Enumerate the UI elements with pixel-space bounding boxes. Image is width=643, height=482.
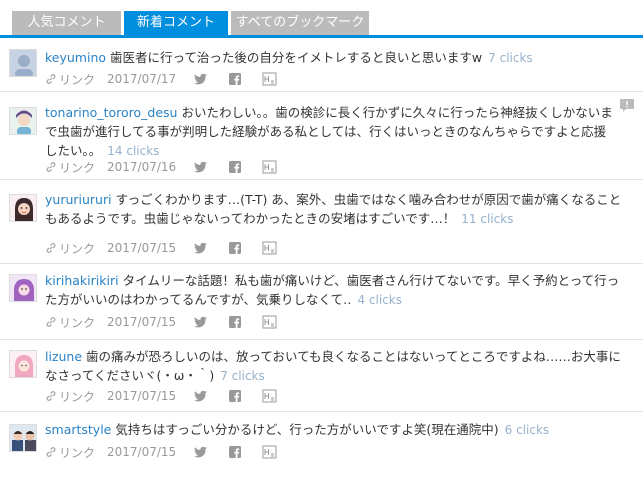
comment-meta: リンク 2017/07/15 <box>45 388 277 404</box>
click-count: 14 clicks <box>107 144 160 158</box>
comment-meta: リンク 2017/07/15 <box>45 444 277 460</box>
username-link[interactable]: smartstyle <box>45 422 111 437</box>
link-label: リンク <box>59 160 96 175</box>
comment-date: 2017/07/15 <box>107 315 177 329</box>
facebook-icon[interactable] <box>228 241 242 255</box>
link-icon <box>46 162 56 172</box>
twitter-icon[interactable] <box>194 389 208 403</box>
click-count: 6 clicks <box>504 423 550 437</box>
facebook-icon[interactable] <box>228 389 242 403</box>
click-count: 11 clicks <box>461 212 514 226</box>
twitter-icon[interactable] <box>194 160 208 174</box>
link-icon <box>46 447 56 457</box>
comment-date: 2017/07/15 <box>107 445 177 459</box>
link-icon <box>46 74 56 84</box>
comment-body: yururiururi すっごくわかります…(T-T) あ、案外、虫歯ではなく噛み… <box>45 190 631 229</box>
comment-item: kirihakirikiri タイムリーな話題！私も歯が痛いけど、歯医者さん行けて… <box>0 264 643 340</box>
comment-date: 2017/07/17 <box>107 72 177 86</box>
facebook-icon[interactable] <box>228 160 242 174</box>
comment-item: lizune 歯の痛みが恐ろしいのは、放っておいても良くなることはないってところで… <box>0 340 643 412</box>
facebook-icon[interactable] <box>228 72 242 86</box>
comment-text: すっごくわかります…(T-T) あ、案外、虫歯ではなく噛み合わせが原因で歯が痛く… <box>45 192 622 226</box>
comment-text: 歯医者に行って治った後の自分をイメトレすると良いと思いますw <box>110 50 483 65</box>
link-button[interactable]: リンク <box>45 240 95 257</box>
tab-popular-comments[interactable]: 人気コメント <box>12 11 121 35</box>
avatar[interactable] <box>9 350 37 378</box>
comment-meta: リンク 2017/07/15 <box>45 240 277 256</box>
comment-tabs: 人気コメント 新着コメント すべてのブックマーク <box>0 0 643 38</box>
click-count: 7 clicks <box>220 369 265 383</box>
avatar[interactable] <box>9 194 37 222</box>
comment-meta: リンク 2017/07/17 <box>45 71 277 87</box>
comment-body: keyumino 歯医者に行って治った後の自分をイメトレすると良いと思いますw 7 … <box>45 48 631 68</box>
comment-text: 歯の痛みが恐ろしいのは、放っておいても良くなることはないってところですよね……お… <box>45 349 621 383</box>
comment-body: smartstyle 気持ちはすっごい分かるけど、行った方がいいですよ笑(現在通院… <box>45 420 631 440</box>
comment-body: lizune 歯の痛みが恐ろしいのは、放っておいても良くなることはないってところで… <box>45 347 631 386</box>
tab-new-comments[interactable]: 新着コメント <box>124 11 228 35</box>
link-label: リンク <box>59 241 96 256</box>
comment-meta: リンク 2017/07/15 <box>45 314 277 330</box>
facebook-icon[interactable] <box>228 445 242 459</box>
comment-body: tonarino_tororo_desu おいたわしい。。歯の検診に長く行かずに久… <box>45 103 615 161</box>
link-button[interactable]: リンク <box>45 71 95 88</box>
comment-item: tonarino_tororo_desu おいたわしい。。歯の検診に長く行かずに久… <box>0 92 643 180</box>
comment-date: 2017/07/15 <box>107 389 177 403</box>
link-button[interactable]: リンク <box>45 159 95 176</box>
link-label: リンク <box>59 315 96 330</box>
link-button[interactable]: リンク <box>45 444 95 461</box>
comment-meta: リンク 2017/07/16 <box>45 159 277 175</box>
hatena-icon[interactable] <box>262 445 277 459</box>
comment-list: keyumino 歯医者に行って治った後の自分をイメトレすると良いと思いますw 7 … <box>0 38 643 482</box>
avatar[interactable] <box>9 107 37 135</box>
link-label: リンク <box>59 445 96 460</box>
link-label: リンク <box>59 389 96 404</box>
hatena-icon[interactable] <box>262 389 277 403</box>
comment-date: 2017/07/16 <box>107 160 177 174</box>
report-icon[interactable] <box>619 98 635 112</box>
comment-text: タイムリーな話題！私も歯が痛いけど、歯医者さん行けてないです。早く予約とって行っ… <box>45 273 620 307</box>
twitter-icon[interactable] <box>194 445 208 459</box>
username-link[interactable]: yururiururi <box>45 192 112 207</box>
facebook-icon[interactable] <box>228 315 242 329</box>
hatena-icon[interactable] <box>262 160 277 174</box>
avatar[interactable] <box>9 49 37 77</box>
username-link[interactable]: lizune <box>45 349 82 364</box>
link-icon <box>46 243 56 253</box>
twitter-icon[interactable] <box>194 72 208 86</box>
click-count: 4 clicks <box>357 293 402 307</box>
comment-item: smartstyle 気持ちはすっごい分かるけど、行った方がいいですよ笑(現在通院… <box>0 412 643 482</box>
link-label: リンク <box>59 72 96 87</box>
link-icon <box>46 317 56 327</box>
comment-item: keyumino 歯医者に行って治った後の自分をイメトレすると良いと思いますw 7 … <box>0 38 643 92</box>
hatena-icon[interactable] <box>262 241 277 255</box>
click-count: 7 clicks <box>488 51 533 65</box>
tab-all-bookmarks[interactable]: すべてのブックマーク <box>231 11 369 35</box>
link-icon <box>46 391 56 401</box>
link-button[interactable]: リンク <box>45 388 95 405</box>
username-link[interactable]: keyumino <box>45 50 106 65</box>
comment-date: 2017/07/15 <box>107 241 177 255</box>
username-link[interactable]: tonarino_tororo_desu <box>45 105 177 120</box>
link-button[interactable]: リンク <box>45 314 95 331</box>
hatena-icon[interactable] <box>262 72 277 86</box>
comment-body: kirihakirikiri タイムリーな話題！私も歯が痛いけど、歯医者さん行けて… <box>45 271 631 310</box>
comment-item: yururiururi すっごくわかります…(T-T) あ、案外、虫歯ではなく噛み… <box>0 180 643 264</box>
avatar[interactable] <box>9 274 37 302</box>
username-link[interactable]: kirihakirikiri <box>45 273 119 288</box>
hatena-icon[interactable] <box>262 315 277 329</box>
comment-text: 気持ちはすっごい分かるけど、行った方がいいですよ笑(現在通院中) <box>115 422 499 437</box>
twitter-icon[interactable] <box>194 315 208 329</box>
twitter-icon[interactable] <box>194 241 208 255</box>
avatar[interactable] <box>9 424 37 452</box>
